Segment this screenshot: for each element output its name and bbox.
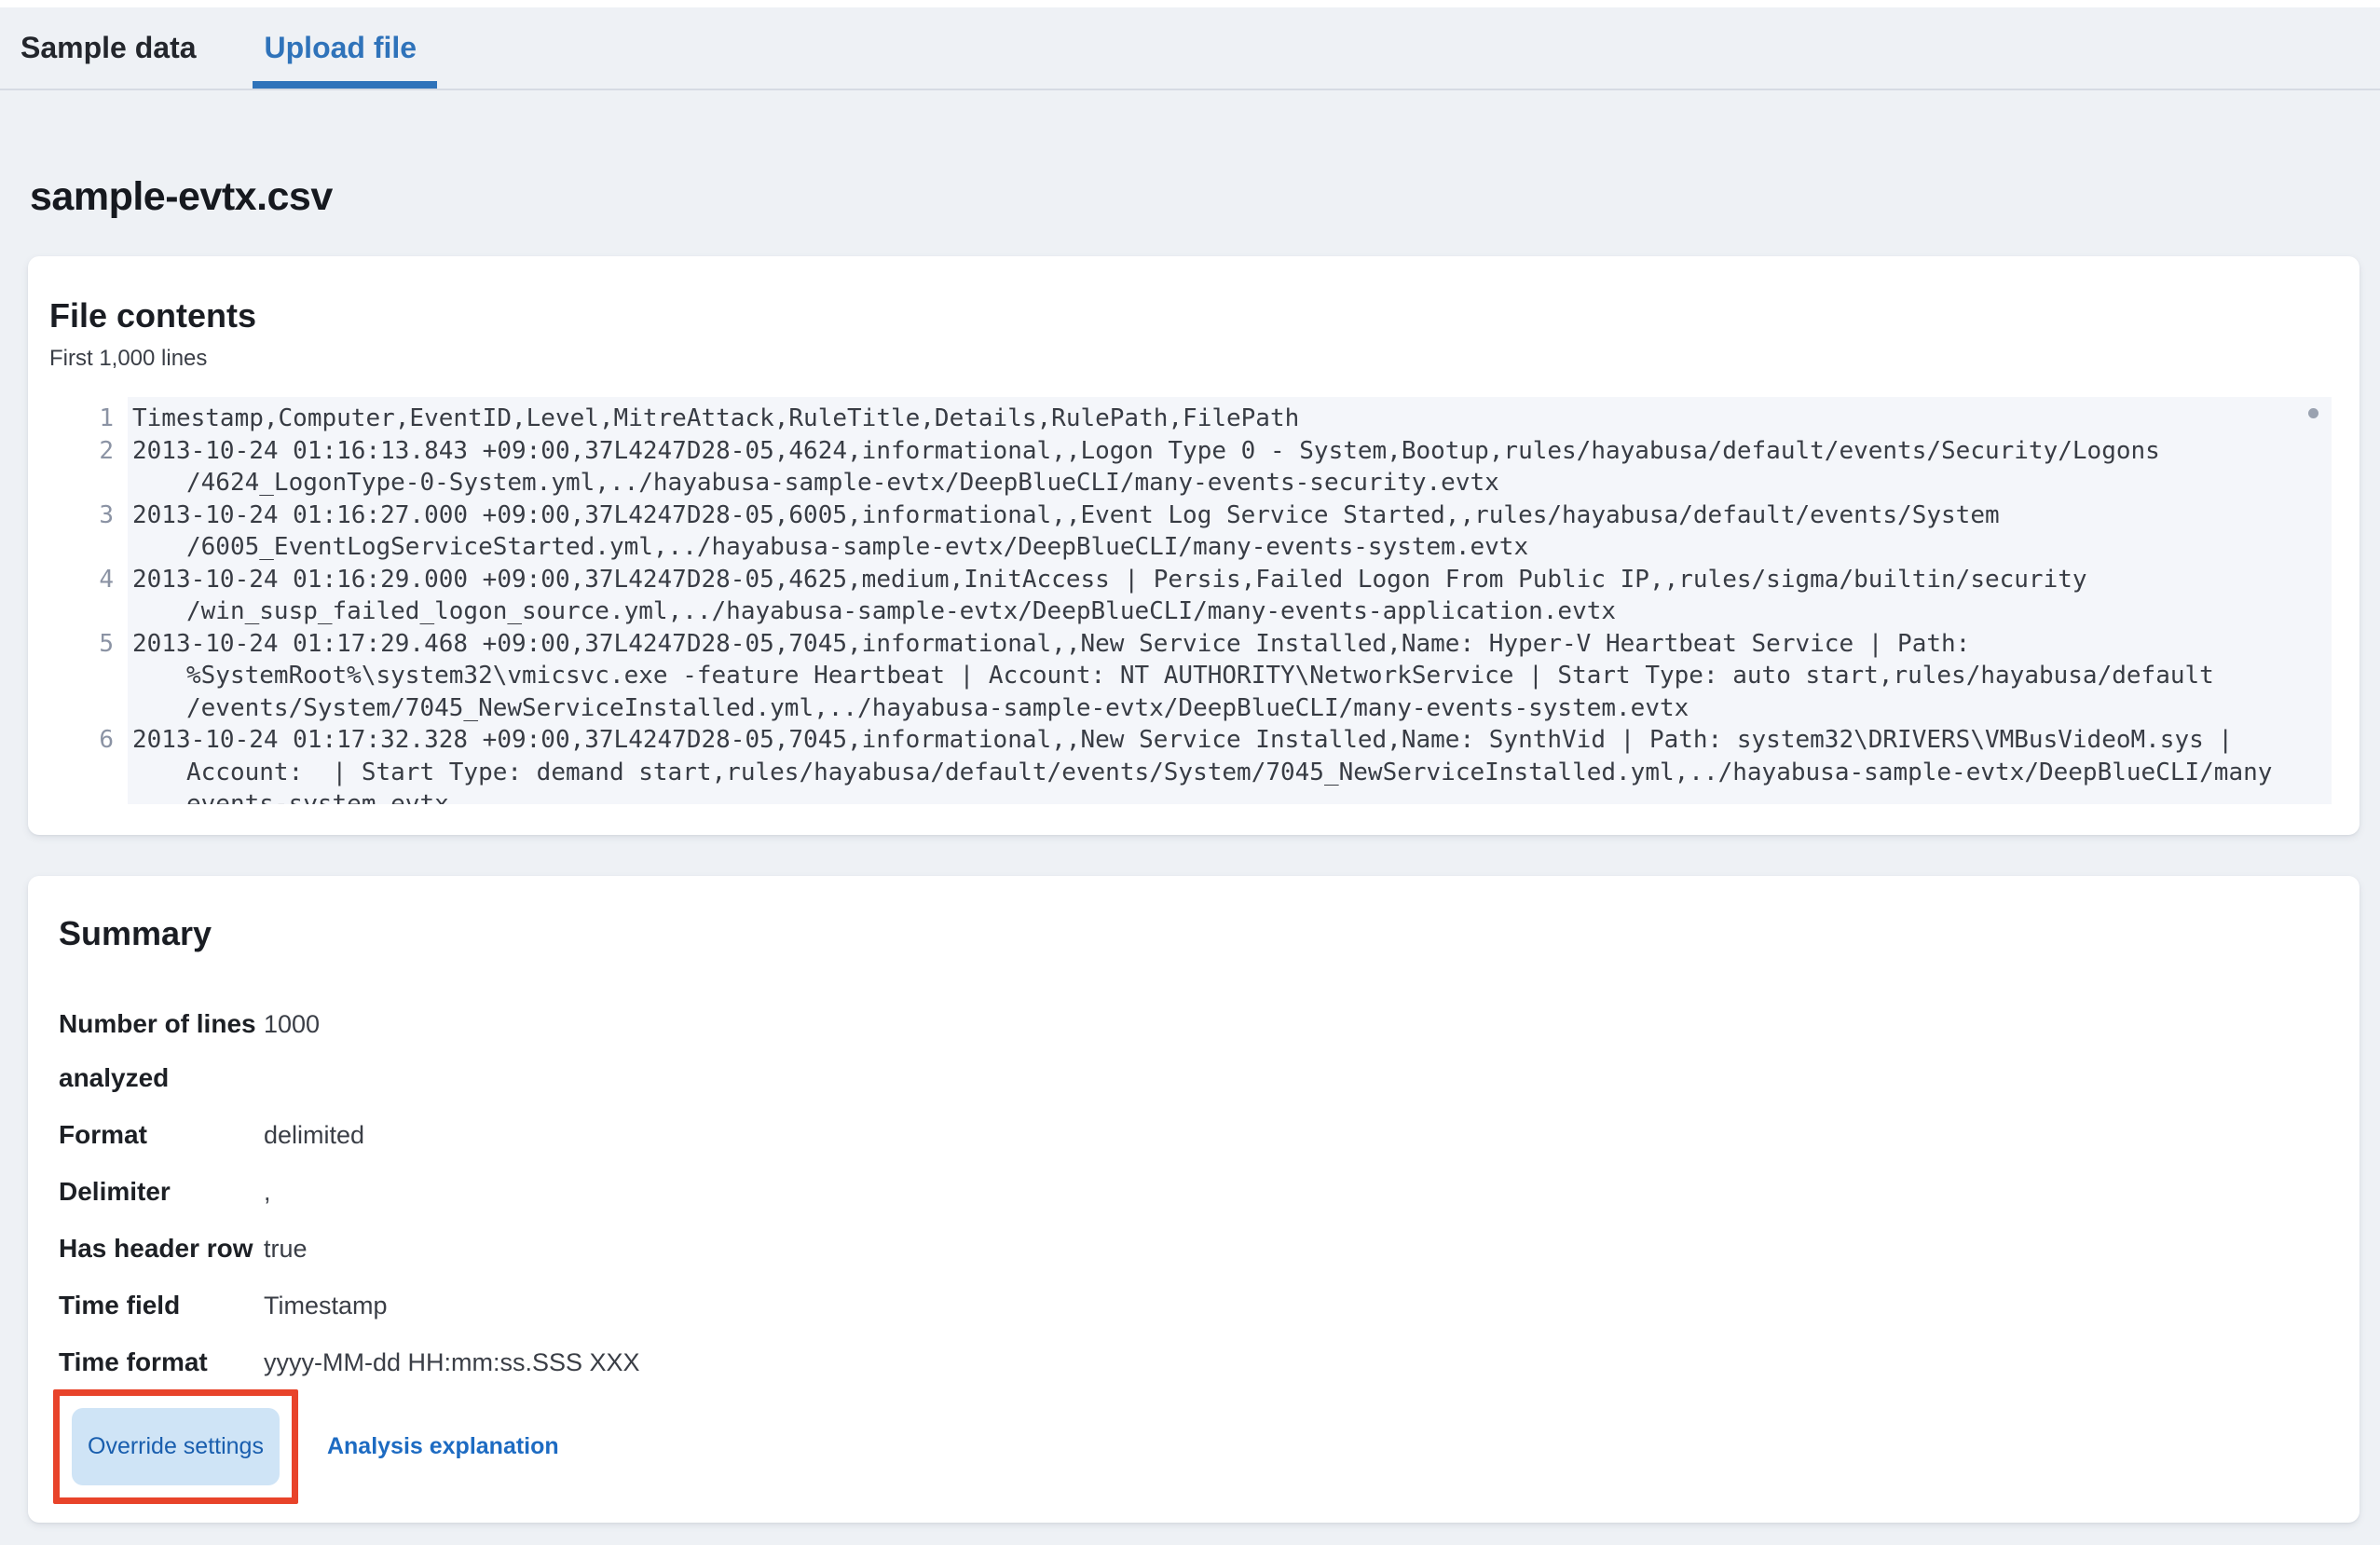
file-contents-card: File contents First 1,000 lines 123456 T… <box>28 256 2359 835</box>
tab-bar: Sample data Upload file <box>0 7 2380 90</box>
code-line: Account: | Start Type: demand start,rule… <box>132 757 2332 789</box>
summary-value: 1000 <box>264 997 2332 1105</box>
line-number: 5 <box>49 628 114 725</box>
scrollbar-thumb[interactable] <box>2308 408 2318 418</box>
code-line: 2013-10-24 01:16:13.843 +09:00,37L4247D2… <box>132 435 2332 468</box>
file-contents-heading: File contents <box>49 295 2332 336</box>
code-line: %SystemRoot%\system32\vmicsvc.exe -featu… <box>132 660 2332 692</box>
code-line: 2013-10-24 01:17:32.328 +09:00,37L4247D2… <box>132 724 2332 757</box>
annotation-highlight-box: Override settings <box>53 1389 298 1504</box>
file-preview-codeblock[interactable]: 123456 Timestamp,Computer,EventID,Level,… <box>49 397 2332 804</box>
code-line: /win_susp_failed_logon_source.yml,../hay… <box>132 595 2332 628</box>
code-line: 2013-10-24 01:17:29.468 +09:00,37L4247D2… <box>132 628 2332 661</box>
analysis-explanation-link[interactable]: Analysis explanation <box>327 1433 559 1460</box>
code-line: Timestamp,Computer,EventID,Level,MitreAt… <box>132 403 2332 435</box>
summary-label: Has header row <box>59 1222 264 1276</box>
window-top-strip <box>0 0 2380 7</box>
line-number: 4 <box>49 564 114 628</box>
code-gutter: 123456 <box>49 397 128 804</box>
summary-label: Time format <box>59 1335 264 1389</box>
summary-label: Time field <box>59 1278 264 1333</box>
summary-label: Number of lines analyzed <box>59 997 264 1105</box>
code-line: /4624_LogonType-0-System.yml,../hayabusa… <box>132 467 2332 499</box>
code-line: /6005_EventLogServiceStarted.yml,../haya… <box>132 531 2332 564</box>
code-line: 2013-10-24 01:16:27.000 +09:00,37L4247D2… <box>132 499 2332 532</box>
line-number: 1 <box>49 403 114 435</box>
override-settings-button[interactable]: Override settings <box>72 1408 280 1485</box>
code-line: /events/System/7045_NewServiceInstalled.… <box>132 692 2332 725</box>
summary-card: Summary Number of lines analyzed1000Form… <box>28 876 2359 1523</box>
summary-value: true <box>264 1222 2332 1276</box>
summary-value: yyyy-MM-dd HH:mm:ss.SSS XXX <box>264 1335 2332 1389</box>
line-number: 3 <box>49 499 114 564</box>
summary-label: Delimiter <box>59 1165 264 1219</box>
tab-upload-file[interactable]: Upload file <box>265 7 417 89</box>
summary-value: , <box>264 1165 2332 1219</box>
file-contents-subtitle: First 1,000 lines <box>49 345 2332 373</box>
summary-description-list: Number of lines analyzed1000Formatdelimi… <box>59 997 2332 1389</box>
code-line: 2013-10-24 01:16:29.000 +09:00,37L4247D2… <box>132 564 2332 596</box>
line-number: 6 <box>49 724 114 804</box>
code-line: events-system.evtx <box>132 788 2332 804</box>
summary-value: Timestamp <box>264 1278 2332 1333</box>
line-number: 2 <box>49 435 114 499</box>
code-content: Timestamp,Computer,EventID,Level,MitreAt… <box>128 397 2332 804</box>
summary-value: delimited <box>264 1108 2332 1162</box>
summary-heading: Summary <box>59 913 2332 954</box>
summary-actions: Override settings Analysis explanation <box>59 1389 2332 1504</box>
tab-sample-data[interactable]: Sample data <box>21 7 197 89</box>
page-title: sample-evtx.csv <box>30 172 2380 221</box>
summary-label: Format <box>59 1108 264 1162</box>
